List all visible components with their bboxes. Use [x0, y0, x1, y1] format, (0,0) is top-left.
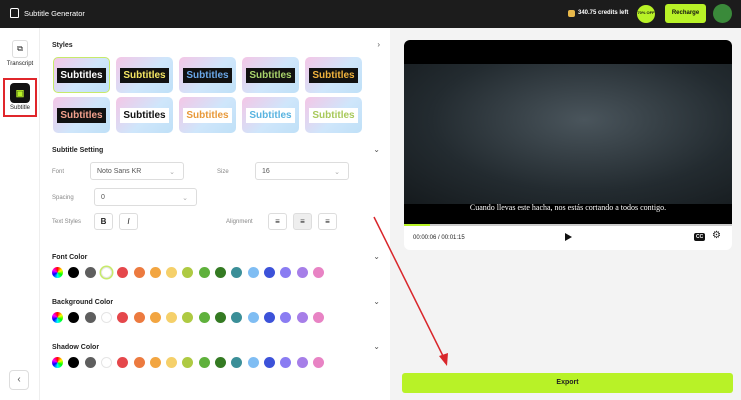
annotation-arrow [373, 216, 448, 366]
